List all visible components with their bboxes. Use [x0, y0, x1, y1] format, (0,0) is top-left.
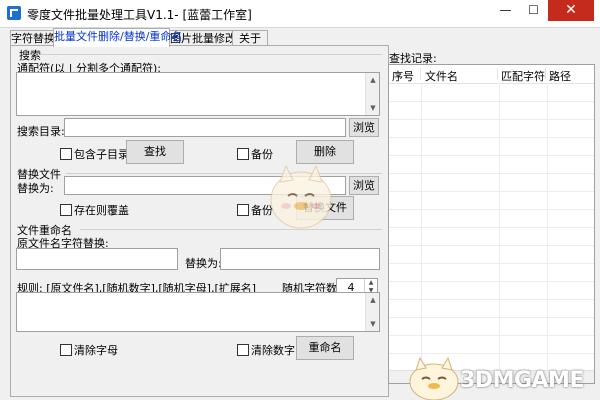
wildcard-scrollbar[interactable]: ▲ ▼ — [365, 73, 379, 115]
search-dir-input[interactable] — [64, 118, 346, 137]
scroll-up-icon[interactable]: ▲ — [366, 73, 379, 87]
main-window: 零度文件批量处理工具V1.1- [蓝蕾工作室] — ☐ ✕ 字符替换 批量文件删… — [0, 0, 600, 400]
checkbox-box[interactable] — [237, 344, 249, 356]
overwrite-checkbox[interactable]: 存在则覆盖 — [60, 202, 129, 218]
close-button[interactable]: ✕ — [548, 0, 594, 21]
replace-with-label: 替换为: — [17, 182, 54, 195]
site-watermark: 3DMGAME — [460, 368, 584, 393]
checkbox-box[interactable] — [60, 204, 72, 216]
clear-digits-checkbox[interactable]: 清除数字 — [237, 342, 295, 358]
history-header: 序号 文件名 匹配字符 路径 — [389, 65, 594, 84]
grid-row-line — [389, 155, 594, 156]
include-subdirs-checkbox[interactable]: 包含子目录 — [60, 146, 129, 162]
app-icon — [7, 6, 21, 20]
mascot-corner-icon — [409, 356, 459, 400]
col-index-header[interactable]: 序号 — [392, 68, 421, 83]
col-match-header[interactable]: 匹配字符 — [501, 68, 546, 83]
wildcard-input[interactable]: ▲ ▼ — [16, 72, 380, 116]
minimize-button[interactable]: — — [492, 0, 519, 21]
checkbox-box[interactable] — [60, 344, 72, 356]
grid-row-line — [389, 137, 594, 138]
clear-digits-label: 清除数字 — [251, 344, 295, 357]
checkbox-box[interactable] — [60, 148, 72, 160]
title-bar[interactable]: 零度文件批量处理工具V1.1- [蓝蕾工作室] — ☐ ✕ — [0, 0, 600, 28]
grid-row-line — [389, 209, 594, 210]
tab-char-replace[interactable]: 字符替换 — [10, 30, 55, 46]
grid-row-line — [389, 191, 594, 192]
tab-batch-file[interactable]: 批量文件删除/替换/重命名 — [53, 28, 182, 47]
rename-replace-input[interactable] — [220, 248, 380, 270]
rename-replace-label: 替换为: — [185, 257, 222, 270]
checkbox-box[interactable] — [237, 148, 249, 160]
grid-row-line — [389, 281, 594, 282]
grid-row-line — [389, 173, 594, 174]
grid-row-line — [389, 299, 594, 300]
grid-row-line — [389, 317, 594, 318]
search-group-divider — [40, 54, 382, 55]
history-list[interactable]: 序号 文件名 匹配字符 路径 — [388, 64, 595, 384]
rename-button[interactable]: 重命名 — [296, 336, 354, 360]
grid-row-line — [389, 263, 594, 264]
rules-scrollbar[interactable]: ▲ ▼ — [365, 293, 379, 331]
scroll-down-icon[interactable]: ▼ — [366, 317, 379, 331]
scroll-up-icon[interactable]: ▲ — [366, 293, 379, 307]
checkbox-box[interactable] — [237, 204, 249, 216]
spin-up-icon[interactable]: ▲ — [365, 279, 377, 287]
find-button[interactable]: 查找 — [126, 140, 184, 164]
tab-about[interactable]: 关于 — [232, 30, 268, 46]
grid-row-line — [389, 101, 594, 102]
grid-row-line — [389, 227, 594, 228]
scroll-down-icon[interactable]: ▼ — [366, 101, 379, 115]
col-path-header[interactable]: 路径 — [549, 68, 579, 83]
replace-browse-button[interactable]: 浏览 — [349, 176, 379, 195]
window-title: 零度文件批量处理工具V1.1- [蓝蕾工作室] — [27, 8, 252, 22]
clear-letters-label: 清除字母 — [74, 344, 118, 357]
rename-group-divider — [80, 229, 382, 230]
mascot-watermark-icon — [270, 164, 332, 229]
rules-input[interactable]: ▲ ▼ — [16, 292, 380, 332]
grid-row-line — [389, 119, 594, 120]
original-name-input[interactable] — [16, 248, 178, 270]
grid-row-line — [389, 335, 594, 336]
maximize-button[interactable]: ☐ — [520, 0, 547, 21]
col-filename-header[interactable]: 文件名 — [425, 68, 498, 83]
grid-row-line — [389, 245, 594, 246]
clear-letters-checkbox[interactable]: 清除字母 — [60, 342, 118, 358]
search-dir-label: 搜索目录: — [17, 125, 65, 138]
include-subdirs-label: 包含子目录 — [74, 148, 129, 161]
search-browse-button[interactable]: 浏览 — [349, 118, 379, 137]
overwrite-label: 存在则覆盖 — [74, 204, 129, 217]
